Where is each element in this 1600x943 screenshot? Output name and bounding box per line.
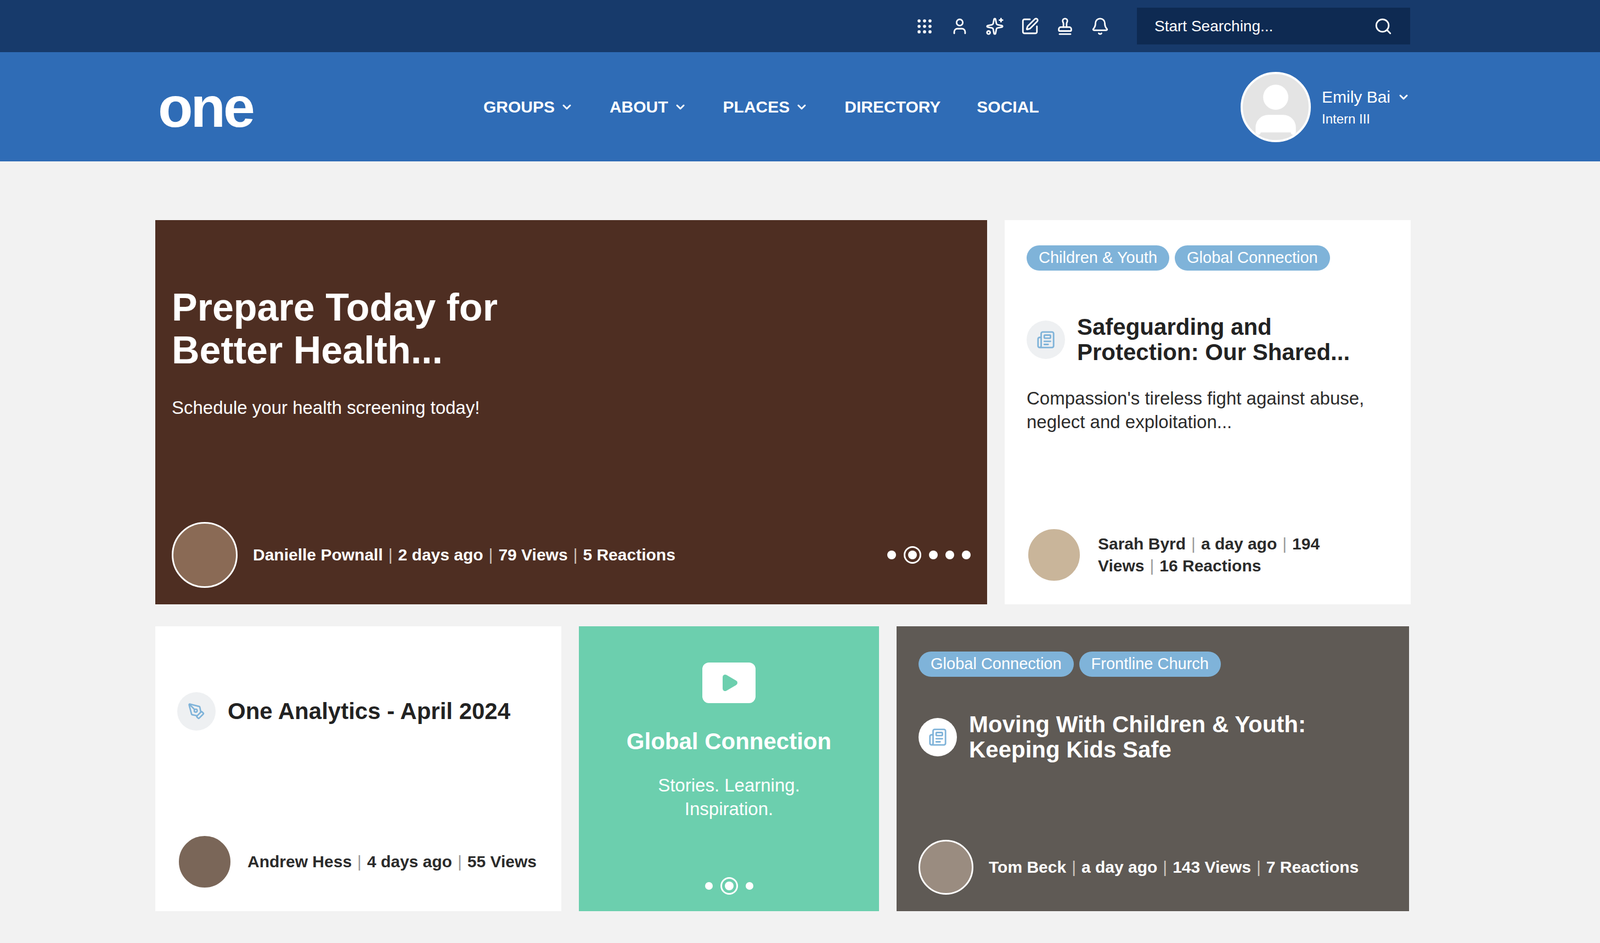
carousel-dot[interactable] — [887, 550, 897, 560]
content: Prepare Today for Better Health... Schedu… — [155, 161, 1411, 943]
edit-icon[interactable] — [1020, 17, 1040, 36]
user-name: Emily Bai — [1321, 84, 1391, 110]
analytics-card[interactable]: One Analytics - April 2024 Andrew Hess|4 … — [155, 626, 562, 911]
carousel-dots — [887, 545, 971, 564]
carousel-dot[interactable] — [945, 550, 955, 560]
favorites-icon[interactable] — [985, 17, 1005, 36]
analytics-title: One Analytics - April 2024 — [227, 697, 511, 725]
carousel-dot[interactable] — [961, 550, 971, 560]
nav-item[interactable]: PLACES — [723, 94, 809, 120]
tag-list: Children & YouthGlobal Connection — [1026, 245, 1389, 271]
post-meta: Tom Beck|a day ago|143 Views|7 Reactions — [988, 855, 1359, 879]
hero-title: Prepare Today for Better Health... — [171, 285, 589, 373]
apps-icon[interactable] — [915, 17, 934, 36]
pen-icon — [187, 702, 206, 720]
promo-title: Global Connection — [626, 723, 832, 759]
carousel-dot[interactable] — [705, 881, 713, 890]
chevron-down-icon — [1396, 90, 1411, 104]
top-bar: Start Searching... — [0, 0, 1600, 53]
search-placeholder: Start Searching... — [1154, 14, 1273, 38]
post-meta: Andrew Hess|4 days ago|55 Views — [247, 850, 537, 873]
featured-card[interactable]: Children & YouthGlobal Connection Safegua… — [1004, 220, 1411, 605]
author-name[interactable]: Sarah Byrd — [1097, 534, 1186, 553]
carousel-dot[interactable] — [720, 876, 738, 895]
search-box[interactable]: Start Searching... — [1136, 7, 1411, 45]
author-name[interactable]: Tom Beck — [988, 857, 1067, 876]
video-title: Moving With Children & Youth: Keeping Ki… — [968, 711, 1332, 763]
chevron-down-icon — [795, 100, 809, 114]
author-avatar[interactable] — [171, 521, 238, 588]
article-icon — [1036, 330, 1056, 349]
post-meta: Sarah Byrd|a day ago|194 Views|16 Reacti… — [1097, 532, 1389, 578]
featured-title: Safeguarding and Protection: Our Shared.… — [1077, 314, 1389, 365]
page: Start Searching... one GROUPS ABOUT PLACES DI… — [0, 0, 1600, 943]
user-icon — [1245, 79, 1306, 140]
nav-item[interactable]: SOCIAL — [976, 94, 1039, 120]
tag[interactable]: Frontline Church — [1079, 651, 1221, 677]
logo[interactable]: one — [158, 78, 253, 136]
carousel-dot[interactable] — [903, 545, 922, 564]
video-card[interactable]: Global ConnectionFrontline Church Moving … — [896, 626, 1410, 911]
play-icon — [702, 662, 756, 703]
nav-item[interactable]: GROUPS — [483, 94, 574, 120]
author-avatar[interactable] — [918, 839, 974, 895]
user-avatar — [1240, 71, 1311, 143]
tag[interactable]: Global Connection — [918, 651, 1074, 677]
search-icon[interactable] — [1373, 17, 1393, 36]
nav-item[interactable]: ABOUT — [609, 94, 687, 120]
bell-icon[interactable] — [1090, 17, 1110, 36]
tag-list: Global ConnectionFrontline Church — [918, 651, 1388, 677]
featured-description: Compassion's tireless fight against abus… — [1026, 386, 1389, 435]
carousel-dots — [705, 876, 754, 895]
chevron-down-icon — [560, 100, 574, 114]
hero-card[interactable]: Prepare Today for Better Health... Schedu… — [155, 220, 988, 605]
author-name[interactable]: Danielle Pownall — [252, 545, 383, 564]
post-meta: Danielle Pownall|2 days ago|79 Views|5 R… — [252, 543, 676, 567]
user-menu[interactable]: Emily BaiIntern III — [1240, 71, 1411, 143]
top-row: Prepare Today for Better Health... Schedu… — [155, 220, 1411, 605]
chevron-down-icon — [673, 100, 687, 114]
nav-item[interactable]: DIRECTORY — [844, 94, 941, 120]
hero-subtitle: Schedule your health screening today! — [171, 393, 971, 422]
article-icon — [928, 727, 948, 747]
nav-menu: GROUPS ABOUT PLACES DIRECTORY SOCIAL — [483, 94, 1040, 120]
tag[interactable]: Children & Youth — [1026, 245, 1170, 271]
author-avatar[interactable] — [1026, 527, 1082, 583]
author-avatar[interactable] — [177, 834, 233, 889]
post-type-icon — [1026, 320, 1066, 359]
promo-card[interactable]: Global Connection Stories. Learning. Insp… — [578, 626, 880, 911]
nav-bar: one GROUPS ABOUT PLACES DIRECTORY SOCIAL Emily… — [0, 52, 1600, 162]
promo-subtitle: Stories. Learning. Inspiration. — [638, 773, 820, 821]
carousel-dot[interactable] — [745, 881, 754, 890]
stamp-icon[interactable] — [1055, 17, 1075, 36]
bottom-row: One Analytics - April 2024 Andrew Hess|4 … — [155, 626, 1411, 911]
tag[interactable]: Global Connection — [1174, 245, 1331, 271]
post-type-icon — [177, 691, 216, 731]
carousel-dot[interactable] — [928, 550, 938, 560]
post-type-icon — [918, 717, 957, 757]
author-name[interactable]: Andrew Hess — [247, 852, 352, 871]
profile-icon[interactable] — [950, 17, 969, 36]
user-role: Intern III — [1321, 109, 1411, 129]
